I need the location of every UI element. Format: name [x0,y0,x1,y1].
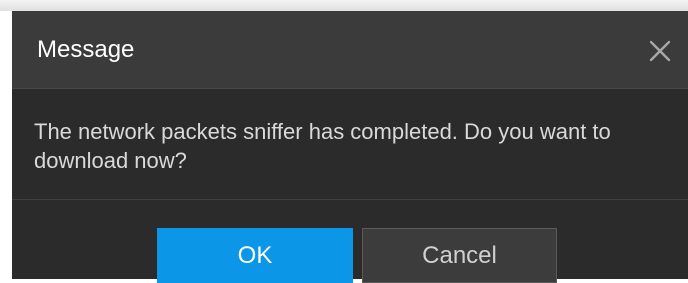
message-dialog: Message The network packets sniffer has … [0,0,688,283]
dialog-title: Message [37,36,135,63]
dialog-body: The network packets sniffer has complete… [12,89,688,200]
ok-button[interactable]: OK [157,228,353,283]
close-icon[interactable] [646,37,674,65]
dialog-title-bar: Message [12,11,688,89]
dialog-message: The network packets sniffer has complete… [34,119,611,173]
dialog-footer: OK Cancel [12,200,688,283]
cancel-button[interactable]: Cancel [362,228,557,283]
